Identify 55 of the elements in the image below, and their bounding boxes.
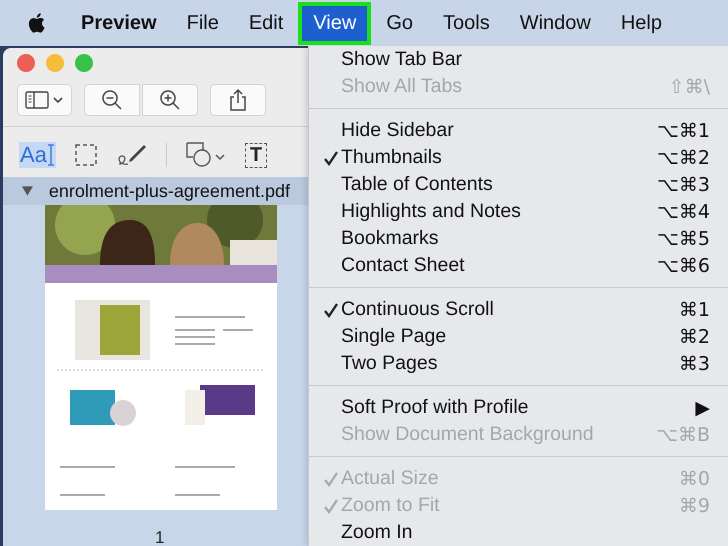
- menu-bar-item[interactable]: Edit: [234, 2, 298, 44]
- menu-bar-item[interactable]: Help: [606, 2, 677, 44]
- share-icon: [228, 88, 248, 112]
- menu-item[interactable]: Highlights and Notes: [341, 200, 521, 223]
- shortcut-label: ⇧⌘\: [668, 76, 710, 98]
- menu-item[interactable]: Show Tab Bar: [341, 48, 462, 71]
- text-box-tool[interactable]: T: [244, 142, 268, 168]
- sidebar-icon: [24, 91, 64, 109]
- menu-bar-item[interactable]: File: [172, 2, 234, 44]
- menu-item[interactable]: Two Pages: [341, 352, 438, 375]
- shortcut-label: ⌥⌘3: [657, 174, 710, 196]
- zoom-in-button[interactable]: [142, 84, 198, 116]
- disclosure-triangle-icon[interactable]: [21, 185, 34, 197]
- shortcut-label: ⌥⌘4: [657, 200, 710, 222]
- shortcut-label: ⌥⌘2: [657, 146, 710, 168]
- sidebar-view-button[interactable]: [17, 84, 72, 116]
- menu-item[interactable]: Continuous Scroll: [341, 298, 494, 321]
- zoom-out-button[interactable]: [84, 84, 140, 116]
- shortcut-label: ⌘2: [678, 326, 710, 348]
- pen-signature-icon[interactable]: [116, 142, 148, 168]
- menu-item: Zoom to Fit: [341, 494, 440, 517]
- menu-item: Actual Size: [341, 467, 439, 490]
- menu-bar-item[interactable]: View: [298, 2, 372, 44]
- menu-item: Show Document Background: [341, 423, 594, 446]
- text-cursor-icon: [46, 144, 55, 166]
- menu-item[interactable]: Hide Sidebar: [341, 119, 454, 142]
- shapes-icon[interactable]: [184, 141, 227, 169]
- shortcut-label: ⌘3: [678, 352, 710, 374]
- shortcut-label: ⌘0: [678, 468, 710, 490]
- shortcut-label: ⌥⌘6: [657, 254, 710, 276]
- share-button[interactable]: [210, 84, 266, 116]
- menu-bar-item[interactable]: Tools: [428, 2, 505, 44]
- zoom-in-icon: [158, 88, 182, 112]
- page-number: 1: [155, 528, 164, 546]
- shortcut-label: ⌥⌘B: [656, 424, 710, 446]
- shortcut-label: ⌥⌘1: [657, 120, 710, 142]
- menu-bar-item[interactable]: Preview: [66, 2, 172, 44]
- shortcut-label: ⌥⌘5: [657, 228, 710, 250]
- menu-item: Show All Tabs: [341, 75, 462, 98]
- menu-bar-item[interactable]: Go: [371, 2, 428, 44]
- menu-item[interactable]: Soft Proof with Profile: [341, 396, 528, 419]
- shortcut-label: ▶: [695, 396, 710, 418]
- file-name: enrolment-plus-agreement.pdf: [48, 180, 290, 202]
- shortcut-label: ⌘1: [678, 298, 710, 320]
- close-button[interactable]: [17, 54, 35, 72]
- zoom-out-icon: [100, 88, 124, 112]
- rectangular-selection-icon[interactable]: [74, 143, 98, 167]
- menu-item[interactable]: Thumbnails: [341, 146, 442, 169]
- menu-item[interactable]: Single Page: [341, 325, 446, 348]
- menu-item[interactable]: Table of Contents: [341, 173, 493, 196]
- menu-item[interactable]: Contact Sheet: [341, 254, 465, 277]
- menu-bar-item[interactable]: Window: [504, 2, 606, 44]
- menu-item[interactable]: Bookmarks: [341, 227, 439, 250]
- shortcut-label: ⌘9: [678, 494, 710, 516]
- menu-item[interactable]: Zoom In: [341, 521, 413, 544]
